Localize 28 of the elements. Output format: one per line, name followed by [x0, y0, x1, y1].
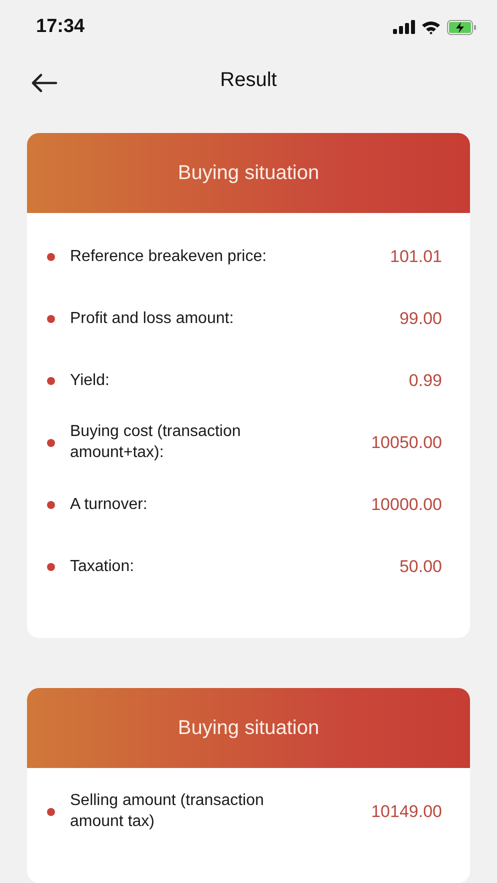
bullet-icon	[47, 253, 55, 261]
result-label: Reference breakeven price:	[70, 246, 268, 267]
page-title: Result	[220, 68, 277, 92]
bullet-icon	[47, 563, 55, 571]
result-label: Yield:	[70, 370, 110, 391]
bullet-icon	[47, 377, 55, 385]
result-value: 50.00	[399, 557, 442, 577]
result-value: 0.99	[408, 371, 442, 391]
result-label: A turnover:	[70, 494, 148, 515]
bullet-icon	[47, 315, 55, 323]
result-label: Buying cost (transaction amount+tax):	[70, 422, 242, 463]
result-value: 101.01	[390, 247, 442, 267]
wifi-icon	[421, 20, 441, 35]
result-value: 10050.00	[371, 433, 442, 453]
card-title: Buying situation	[178, 162, 320, 184]
signal-icon	[393, 20, 415, 34]
result-label: Profit and loss amount:	[70, 308, 235, 329]
bullet-icon	[47, 501, 55, 509]
result-label: Taxation:	[70, 556, 136, 577]
status-time: 17:34	[36, 16, 85, 38]
bullet-icon	[47, 808, 55, 816]
bullet-icon	[47, 439, 55, 447]
card-title: Buying situation	[178, 716, 320, 740]
battery-charging-icon	[447, 20, 477, 35]
result-label: Selling amount (transaction amount tax)	[70, 791, 265, 832]
result-value: 99.00	[399, 309, 442, 329]
result-value: 10000.00	[371, 495, 442, 515]
result-value: 10149.00	[371, 802, 442, 822]
